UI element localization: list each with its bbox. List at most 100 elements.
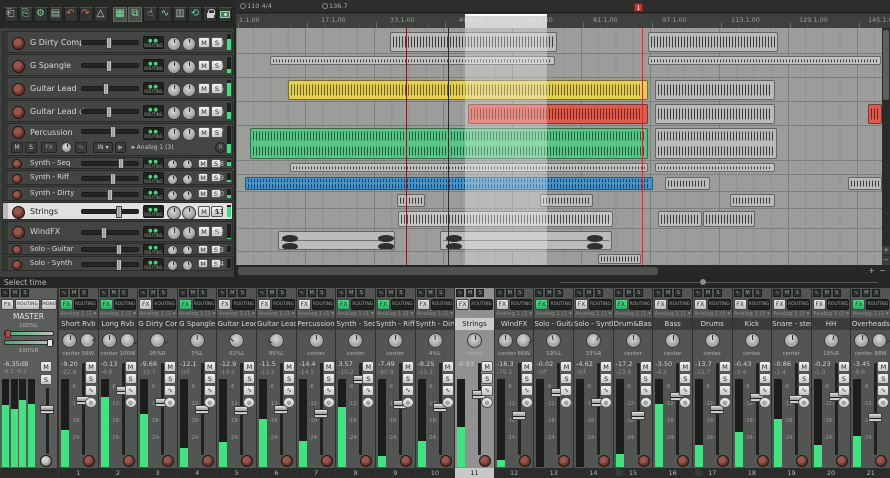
strip-env-button[interactable]: ∿ [125,385,137,396]
strip-mini-env-button[interactable]: ∿ [100,289,108,297]
strip-pan-knob[interactable] [705,333,720,348]
strip-solo-button[interactable]: S [204,373,216,384]
strip-track-name[interactable]: Short Rvb [59,318,98,330]
routing-button[interactable]: ●●ROUTING [143,243,164,255]
strip-pan-knob[interactable] [269,333,284,348]
record-arm-button[interactable] [12,245,22,255]
audio-clip[interactable] [730,194,775,207]
strip-mini-mute-button[interactable]: M [823,289,831,297]
strip-input-selector[interactable]: Analog 1 (1 ▾ [534,311,573,317]
strip-mini-env-button[interactable]: ∿ [417,289,425,297]
strip-mini-env-button[interactable]: ∿ [218,289,226,297]
strip-mute-button[interactable]: M [877,361,889,372]
mixer-strip-solo-synth[interactable]: ∿MSFXROUTINGAnalog 1 (1 ▾Solo - Synth33%… [574,288,614,478]
strip-trim-button[interactable]: ◎ [798,397,810,408]
mute-button[interactable]: M [198,106,210,117]
record-arm-button[interactable] [12,174,22,184]
strip-input-selector[interactable]: Analog 1 (1 ▾ [59,311,98,317]
strip-number-row[interactable]: 20 [812,468,851,478]
strip-width-knob[interactable] [80,333,95,348]
record-arm-button[interactable] [12,106,25,119]
mixer-strip-guitar-lead[interactable]: ∿MSFXROUTINGAnalog 1 (1 ▾Guitar Lead62%L… [217,288,257,478]
strip-trim-button[interactable]: ◎ [85,397,97,408]
strip-solo-button[interactable]: S [283,373,295,384]
pan-knob[interactable] [167,174,178,185]
strip-number-row[interactable]: 19 [772,468,811,478]
strip-fx-button[interactable]: FX [100,299,113,310]
mute-button[interactable]: M [198,159,208,168]
strip-mini-solo-button[interactable]: S [120,289,128,297]
strip-width-knob[interactable] [872,333,887,348]
strip-mini-mute-button[interactable]: M [506,289,514,297]
perc-input-mode-button[interactable]: IN ▾ [93,142,113,153]
strip-mute-button[interactable]: M [560,361,572,372]
routing-button[interactable]: ●●ROUTING [143,105,164,118]
track-panel-guitar-lead-d[interactable]: Guitar Lead d●●ROUTINGMS6 [2,100,233,122]
arrange-view[interactable] [236,28,882,265]
master-mute-button[interactable]: M [40,361,52,372]
strip-mini-env-button[interactable]: ∿ [179,289,187,297]
mixer-strip-drums[interactable]: ∿MSFXROUTINGAnalog 1 (1 ▾Drumscenter-13.… [693,288,733,478]
strip-pan-knob[interactable] [586,333,601,348]
strip-env-button[interactable]: ∿ [560,385,572,396]
master-fx-button[interactable]: FX [1,299,14,310]
mute-button[interactable]: M [198,37,210,48]
marker-lane[interactable]: 110 4/4136.7 [236,0,890,13]
perc-trim-knob[interactable] [61,142,72,153]
strip-number-row[interactable]: 13 [534,468,573,478]
audio-clip[interactable] [648,56,881,65]
strip-env-button[interactable]: ∿ [877,385,889,396]
perc-fx-button[interactable]: FX [41,142,57,153]
audio-clip[interactable] [655,80,775,100]
strip-solo-button[interactable]: S [481,373,493,384]
mixer-strip-strings[interactable]: ∿MSFXROUTINGAnalog 1 (1 ▾Stringscenter-0… [455,288,495,478]
strip-mute-button[interactable]: M [838,361,850,372]
strip-pan-knob[interactable] [348,333,363,348]
strip-pan-knob[interactable] [784,333,799,348]
strip-mini-solo-button[interactable]: S [238,289,246,297]
strip-input-selector[interactable]: Analog 1 (1 ▾ [257,311,296,317]
width-knob[interactable] [182,60,196,74]
strip-input-selector[interactable]: Analog 1 (1 ▾ [772,311,811,317]
master-pan-right-slider[interactable] [4,340,54,345]
strip-record-arm-button[interactable] [321,455,333,467]
strip-mini-env-button[interactable]: ∿ [456,289,464,297]
pan-knob[interactable] [167,83,181,97]
mixer-strip-bass[interactable]: ∿MSFXROUTINGAnalog 1 (1 ▾Basscenter-3.50… [653,288,693,478]
pan-knob[interactable] [167,190,178,201]
track-panel-g-dirty-comp[interactable]: G Dirty Comp●●ROUTINGMS3 [2,31,233,53]
strip-mini-solo-button[interactable]: S [397,289,405,297]
strip-record-arm-button[interactable] [598,455,610,467]
vzoom-out-button[interactable]: − [882,256,890,265]
strip-mini-mute-button[interactable]: M [308,289,316,297]
strip-width-knob[interactable] [516,333,531,348]
strip-mute-button[interactable]: M [243,361,255,372]
mixer-strip-hh[interactable]: ∿MSFXROUTINGAnalog 1 (1 ▾HH19%R-0.23-1.3… [812,288,852,478]
strip-mini-env-button[interactable]: ∿ [694,289,702,297]
track-panel-guitar-lead[interactable]: Guitar Lead●●ROUTINGMS5 [2,77,233,99]
strip-routing-button[interactable]: ROUTING [272,299,295,310]
mixer-strip-synth-seq[interactable]: ∿MSFXROUTINGAnalog 1 (1 ▾Synth - Seqcent… [336,288,376,478]
strip-fx-button[interactable]: FX [258,299,271,310]
mute-button[interactable]: M [198,83,210,94]
strip-env-button[interactable]: ∿ [521,385,533,396]
strip-env-button[interactable]: ∿ [362,385,374,396]
strip-mini-env-button[interactable]: ∿ [615,289,623,297]
strip-solo-button[interactable]: S [640,373,652,384]
strip-mute-button[interactable]: M [481,361,493,372]
mute-button[interactable]: M [198,245,208,254]
master-pan-left-slider[interactable] [4,331,54,336]
track-name[interactable]: Guitar Lead d [30,107,84,116]
volume-handle[interactable] [106,106,112,118]
track-name[interactable]: G Spangle [30,61,71,70]
strip-mini-env-button[interactable]: ∿ [773,289,781,297]
strip-mini-solo-button[interactable]: S [278,289,286,297]
strip-mini-mute-button[interactable]: M [466,289,474,297]
strip-env-button[interactable]: ∿ [481,385,493,396]
track-grip[interactable] [3,222,8,241]
track-volume-slider[interactable] [81,247,139,252]
strip-pan-knob[interactable] [428,333,443,348]
strip-record-arm-button[interactable] [558,455,570,467]
pan-knob[interactable] [167,245,178,255]
mixer-strip-long-rvb[interactable]: ∿MSFXROUTINGAnalog 1 (1 ▾Long Rvbcenter … [99,288,139,478]
